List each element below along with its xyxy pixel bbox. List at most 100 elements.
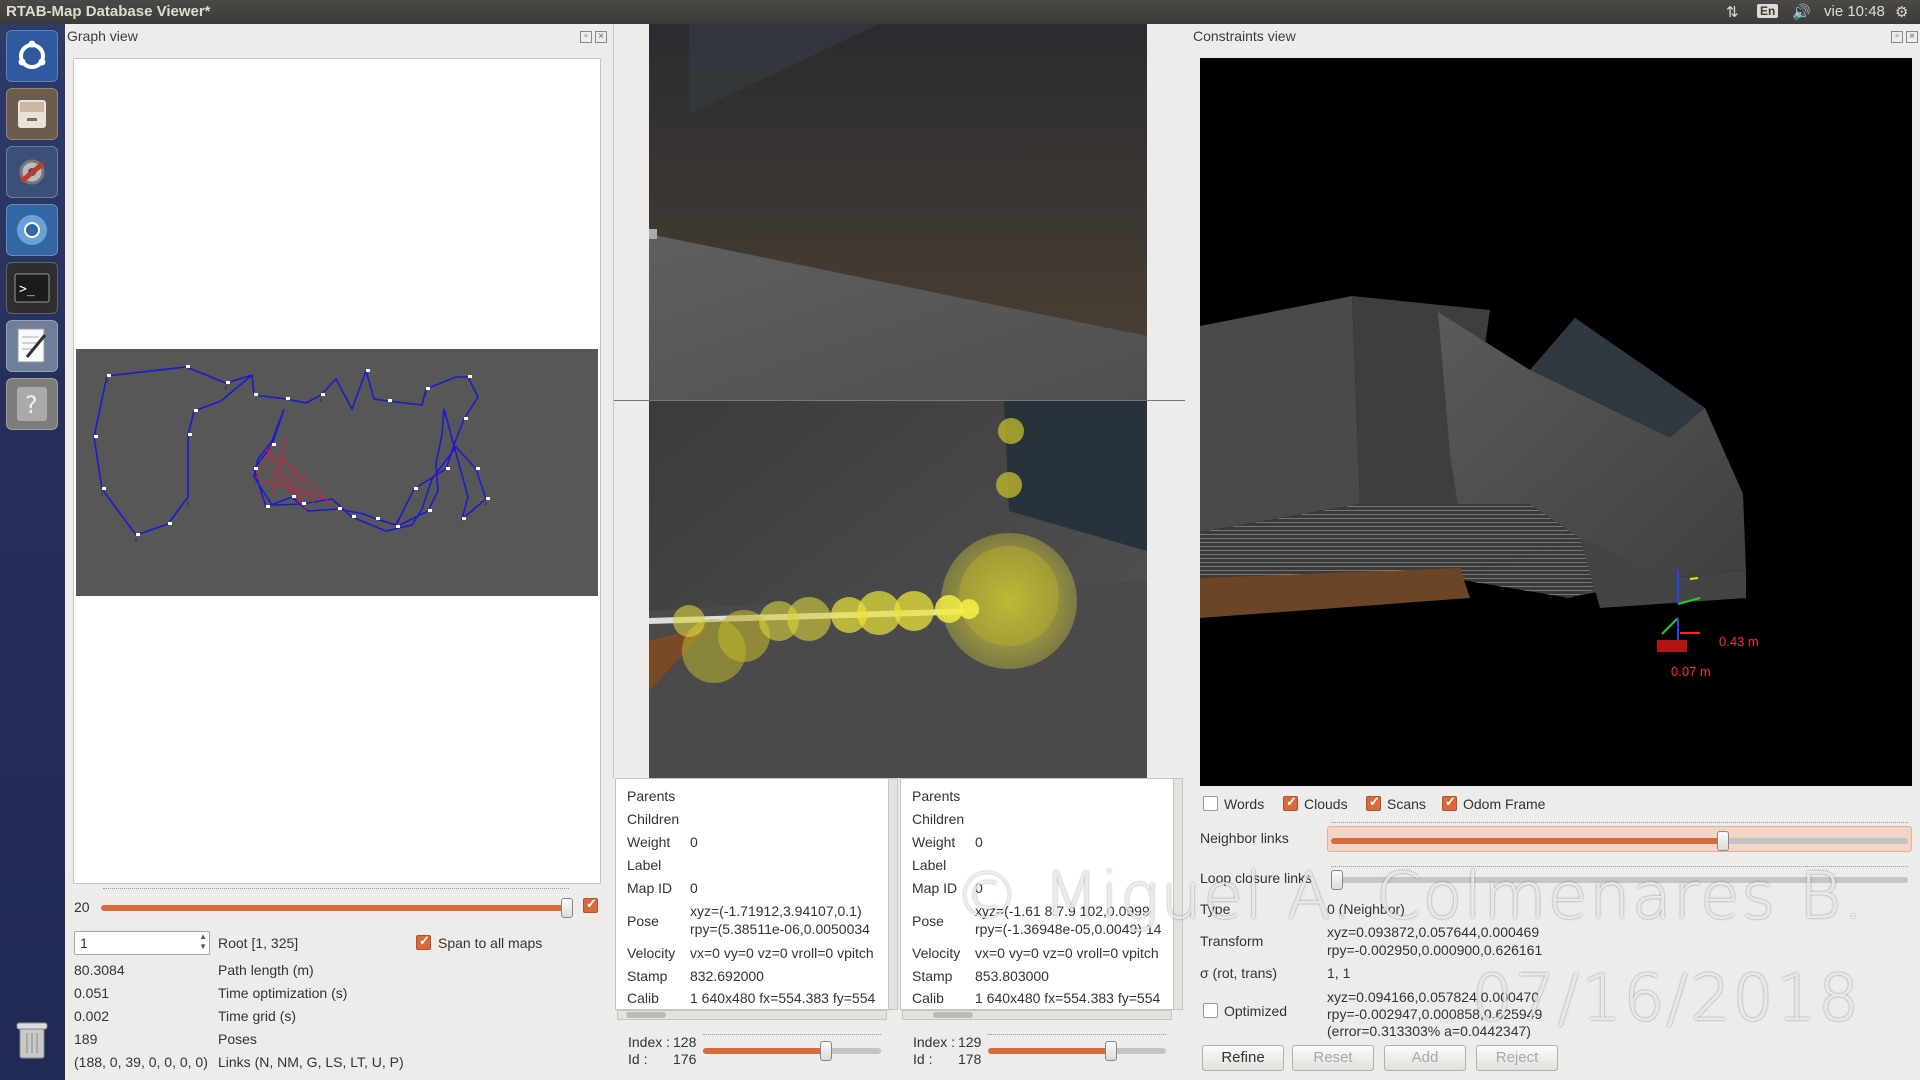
neighbor-links-label: Neighbor links (1200, 830, 1289, 846)
index-a-value: 128 (673, 1034, 697, 1050)
velocity-label: Velocity (627, 945, 676, 961)
reject-button[interactable]: Reject (1476, 1045, 1558, 1071)
text-editor-button[interactable] (6, 320, 58, 372)
constraints-3d-view[interactable]: 0.43 m 0.07 m (1200, 58, 1912, 786)
constraints-view-panel: Constraints view ▫ × 0.43 m 0.07 m Words… (1185, 24, 1920, 1080)
index-b-label: Index : (913, 1034, 956, 1050)
table-b-vertical-scrollbar[interactable] (1173, 778, 1183, 1010)
pose-rpy-value: rpy=(-1.36948e-05,0.0049) 14 (975, 921, 1162, 937)
chromium-button[interactable] (6, 204, 58, 256)
span-all-maps-checkbox[interactable] (416, 933, 431, 950)
neighbor-links-handle[interactable] (1717, 831, 1729, 851)
span-all-maps-label: Span to all maps (438, 935, 543, 951)
optimized-checkbox[interactable] (1203, 1003, 1218, 1018)
sigma-label: σ (rot, trans) (1200, 965, 1278, 981)
dash-home-button[interactable] (6, 30, 58, 82)
index-a-slider-handle[interactable] (820, 1041, 832, 1061)
weight-label: Weight (912, 834, 956, 850)
help-button[interactable]: ? (6, 378, 58, 430)
odom-frame-checkbox[interactable] (1442, 794, 1457, 811)
launcher: >_ ? (0, 24, 65, 1080)
pose-xyz-value: xyz=(-1.61 8.7.9 102,0.0999 (975, 903, 1150, 919)
constraint-distance-label-1: 0.43 m (1719, 634, 1759, 649)
slider-ticks (988, 1034, 1166, 1038)
label-label: Label (912, 857, 947, 873)
graph-view-title: Graph view (67, 28, 138, 44)
type-value: 0 (Neighbor) (1327, 901, 1405, 917)
root-spinbox[interactable]: 1 ▲ ▼ (74, 931, 210, 955)
camera-image-bottom (649, 401, 1147, 778)
graph-canvas[interactable] (73, 58, 601, 884)
system-settings-button[interactable] (6, 146, 58, 198)
graph-iterations-slider[interactable] (101, 905, 571, 911)
volume-icon[interactable]: 🔊 (1792, 3, 1811, 21)
velocity-label: Velocity (912, 945, 961, 961)
weight-value: 0 (975, 834, 983, 850)
constraints-dock-buttons: ▫ × (1888, 30, 1918, 43)
table-a-vertical-scrollbar[interactable] (888, 778, 898, 1010)
refine-button[interactable]: Refine (1202, 1045, 1284, 1071)
close-button[interactable]: × (1906, 31, 1918, 43)
scrollbar-thumb[interactable] (933, 1012, 973, 1018)
window-title: RTAB-Map Database Viewer* (6, 3, 211, 20)
parents-label: Parents (912, 788, 961, 804)
loop-closure-links-label: Loop closure links (1200, 870, 1313, 886)
loop-closure-track[interactable] (1331, 877, 1908, 883)
children-label: Children (627, 811, 680, 827)
index-a-slider[interactable] (703, 1048, 827, 1054)
clouds-checkbox[interactable] (1283, 794, 1298, 811)
time-optimization-value: 0.051 (74, 985, 110, 1001)
root-spinbox-value: 1 (80, 935, 88, 951)
float-button[interactable]: ▫ (580, 31, 592, 43)
optimized-rpy: rpy=-0.002947,0.000858,0.625949 (1327, 1006, 1543, 1022)
reset-button[interactable]: Reset (1292, 1045, 1374, 1071)
sigma-value: 1, 1 (1327, 965, 1351, 981)
terminal-button[interactable]: >_ (6, 262, 58, 314)
index-b-slider[interactable] (988, 1048, 1112, 1054)
poses-value: 189 (74, 1031, 98, 1047)
close-button[interactable]: × (595, 31, 607, 43)
id-a-label: Id : (628, 1051, 648, 1067)
graph-view-panel: Graph view ▫× 20 1 ▲▼ Root [1, 325] Sp (65, 24, 613, 1080)
calib-label: Calib (912, 990, 944, 1006)
slider-ticks (103, 888, 569, 892)
path-length-label: Path length (m) (218, 962, 314, 978)
words-checkbox[interactable] (1203, 796, 1218, 811)
trash-icon (16, 1022, 48, 1059)
add-button[interactable]: Add (1384, 1045, 1466, 1071)
text-editor-icon (17, 328, 47, 363)
neighbor-links-slider[interactable] (1331, 838, 1721, 844)
image-view-bottom[interactable] (649, 401, 1147, 778)
trash-button[interactable] (6, 1014, 58, 1066)
network-icon[interactable]: ⇅ (1726, 3, 1739, 21)
graph-slider-handle[interactable] (561, 898, 573, 918)
constraints-view-title: Constraints view (1193, 28, 1296, 44)
map-id-value: 0 (690, 880, 698, 896)
optimized-label: Optimized (1224, 1003, 1288, 1019)
stamp-value: 832.692000 (690, 968, 764, 984)
graph-option-checkbox[interactable] (583, 896, 598, 913)
loop-closure-handle[interactable] (1331, 870, 1343, 890)
table-b-horizontal-scrollbar[interactable] (902, 1010, 1172, 1020)
id-a-value: 176 (673, 1051, 697, 1067)
scrollbar-thumb[interactable] (626, 1012, 666, 1018)
scans-checkbox[interactable] (1366, 794, 1381, 811)
keyboard-layout-indicator[interactable]: En (1757, 4, 1779, 18)
id-b-label: Id : (913, 1051, 933, 1067)
image-view-top[interactable] (649, 24, 1147, 400)
time-optimization-label: Time optimization (s) (218, 985, 348, 1001)
node-info-table-b[interactable]: Parents Children Weight 0 Label Map ID 0… (900, 778, 1174, 1010)
files-button[interactable] (6, 88, 58, 140)
float-button[interactable]: ▫ (1891, 31, 1903, 43)
table-a-horizontal-scrollbar[interactable] (617, 1010, 887, 1020)
node-info-table-a[interactable]: Parents Children Weight 0 Label Map ID 0… (615, 778, 889, 1010)
odom-frame-label: Odom Frame (1463, 796, 1546, 812)
slider-ticks (1331, 822, 1908, 826)
top-panel: RTAB-Map Database Viewer* ⇅ En 🔊 vie 10:… (0, 0, 1920, 24)
pose-label: Pose (627, 913, 659, 929)
id-b-value: 178 (958, 1051, 982, 1067)
settings-gear-icon[interactable]: ⚙ (1895, 3, 1908, 21)
spinbox-arrows-icon[interactable]: ▲ ▼ (199, 932, 207, 952)
clock[interactable]: vie 10:48 (1824, 3, 1885, 20)
index-b-slider-handle[interactable] (1105, 1041, 1117, 1061)
